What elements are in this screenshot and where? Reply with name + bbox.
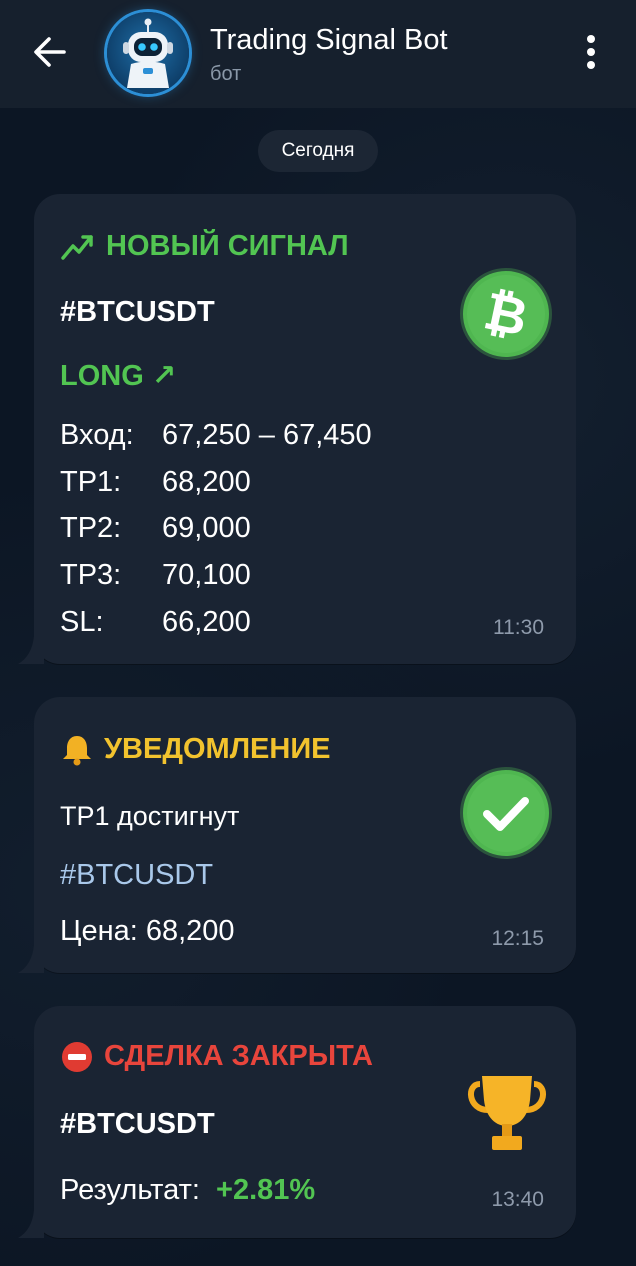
chat-subtitle: бот [210, 63, 242, 85]
check-mark-icon [460, 767, 552, 859]
result-label: Результат: [60, 1174, 200, 1206]
message-signal[interactable]: НОВЫЙ СИГНАЛ #BTCUSDT LONG ↗ Вход: 67,25… [18, 194, 576, 664]
no-entry-icon [62, 1042, 92, 1073]
notice-line: TP1 достигнут [60, 801, 240, 831]
signal-pair[interactable]: #BTCUSDT [60, 296, 215, 329]
closed-pair[interactable]: #BTCUSDT [60, 1108, 215, 1141]
tp1-value: 68,200 [162, 466, 251, 498]
notice-title: УВЕДОМЛЕНИЕ [104, 733, 331, 765]
bitcoin-icon: ₿ [460, 268, 552, 360]
tp1-label: TP1: [60, 466, 122, 498]
notice-header: УВЕДОМЛЕНИЕ [60, 733, 331, 767]
date-separator: Сегодня [258, 130, 378, 172]
signal-direction: LONG ↗ [60, 360, 177, 392]
tp2-value: 69,000 [162, 512, 251, 544]
more-vertical-icon[interactable] [576, 30, 606, 74]
tp3-value: 70,100 [162, 559, 251, 591]
sl-value: 66,200 [162, 606, 251, 638]
message-time: 11:30 [493, 616, 544, 639]
signal-header: НОВЫЙ СИГНАЛ [60, 230, 349, 263]
back-arrow-icon[interactable] [28, 30, 72, 74]
tp2-label: TP2: [60, 512, 122, 544]
closed-header: СДЕЛКА ЗАКРЫТА [60, 1040, 373, 1074]
message-notification[interactable]: УВЕДОМЛЕНИЕ TP1 достигнут #BTCUSDT Цена:… [18, 697, 576, 973]
tp3-label: TP3: [60, 559, 122, 591]
notice-pair[interactable]: #BTCUSDT [60, 859, 213, 892]
robot-icon [123, 18, 173, 88]
avatar[interactable] [107, 12, 189, 94]
chat-header: Trading Signal Bot бот [0, 0, 636, 108]
bubble-tail [18, 1210, 44, 1238]
message-trade-closed[interactable]: СДЕЛКА ЗАКРЫТА #BTCUSDT Результат: +2.81… [18, 1006, 576, 1238]
sl-label: SL: [60, 606, 104, 638]
signal-title: НОВЫЙ СИГНАЛ [106, 230, 349, 262]
message-time: 12:15 [491, 927, 544, 950]
result-value: +2.81% [216, 1174, 316, 1206]
bell-icon [63, 736, 91, 766]
message-time: 13:40 [491, 1188, 544, 1211]
bubble-tail [18, 636, 44, 664]
entry-label: Вход: [60, 419, 134, 451]
trophy-icon [468, 1076, 546, 1150]
entry-value: 67,250 – 67,450 [162, 419, 372, 451]
closed-title: СДЕЛКА ЗАКРЫТА [104, 1040, 373, 1072]
notice-price: Цена: 68,200 [60, 915, 235, 947]
bubble-tail [18, 945, 44, 973]
chart-increasing-icon [61, 235, 93, 261]
chat-title[interactable]: Trading Signal Bot [210, 24, 448, 57]
result-row: Результат: +2.81% [60, 1174, 315, 1207]
